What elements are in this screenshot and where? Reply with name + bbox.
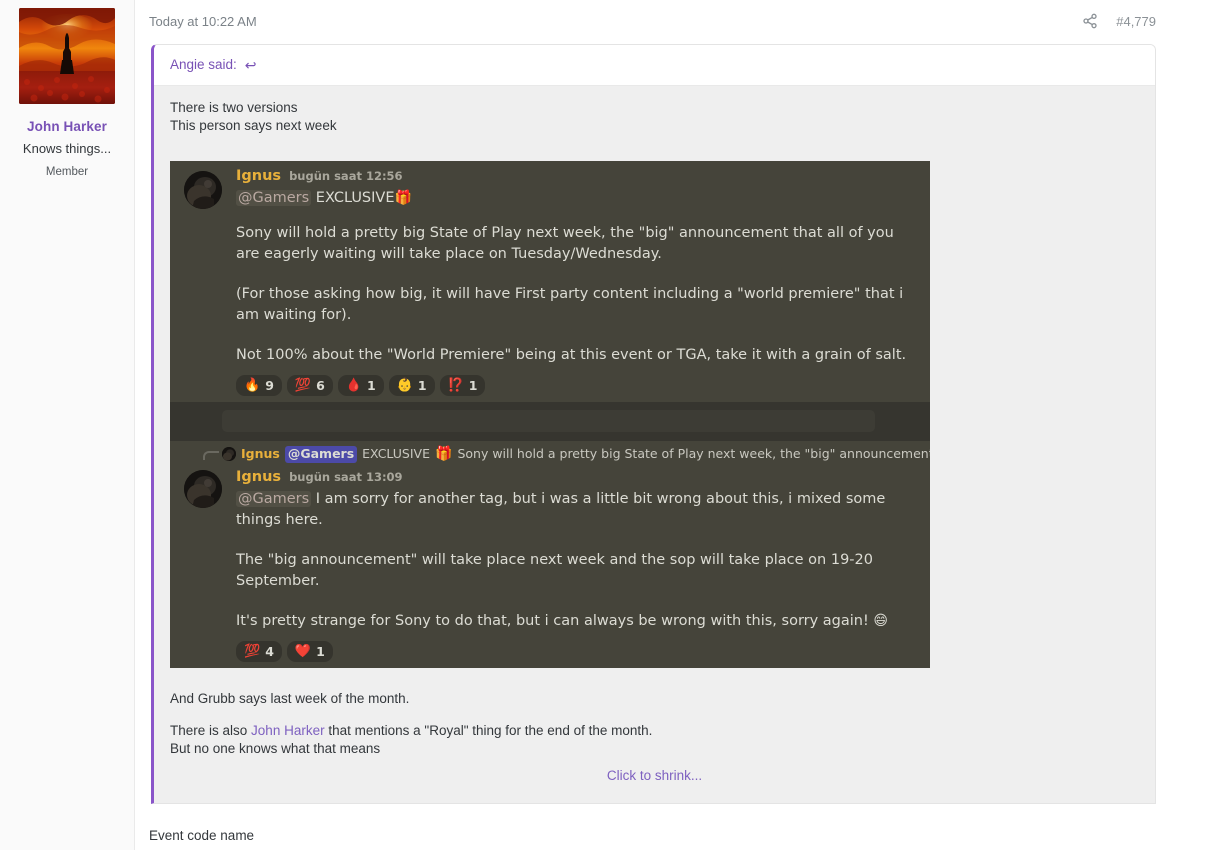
reply-headline: EXCLUSIVE [362, 446, 430, 463]
embed-post-body: @Gamers I am sorry for another tag, but … [236, 489, 916, 632]
reaction-chip[interactable]: 🔥 9 [236, 375, 282, 396]
goto-post-icon[interactable]: ↩ [245, 58, 257, 72]
quote-text-fragment: that mentions a "Royal" thing for the en… [325, 723, 653, 738]
reaction-count: 1 [316, 643, 325, 660]
reaction-chip[interactable]: 🩸 1 [338, 375, 384, 396]
embed-reaction-bar: 💯 4 ❤️ 1 [236, 641, 916, 662]
reaction-emoji: 🔥 [244, 377, 260, 394]
gift-icon: 🎁 [395, 190, 412, 206]
quote-content: There is two versions This person says n… [154, 86, 1155, 803]
embed-author-name: Ignus [236, 470, 281, 486]
reaction-chip[interactable]: ❤️ 1 [287, 641, 333, 662]
reaction-emoji: 💯 [244, 643, 260, 660]
embed-message-input[interactable] [222, 410, 875, 432]
embed-paragraph-text: It's pretty strange for Sony to do that,… [236, 613, 869, 629]
sidebar-user-title: Knows things... [23, 141, 111, 157]
embed-message-input-bar[interactable] [170, 402, 930, 441]
sidebar-username[interactable]: John Harker [27, 119, 107, 135]
post-number[interactable]: #4,779 [1116, 15, 1156, 28]
embed-post-meta: Ignus bugün saat 12:56 [236, 169, 916, 185]
post-header: Today at 10:22 AM #4,779 [149, 0, 1156, 42]
embed-paragraph: Not 100% about the "World Premiere" bein… [236, 345, 916, 366]
embed-mention[interactable]: @Gamers [236, 491, 311, 507]
quote-block: Angie said: ↩ There is two versions This… [151, 44, 1156, 804]
post-timestamp[interactable]: Today at 10:22 AM [149, 15, 257, 28]
embed-avatar [184, 171, 222, 209]
post-main-column: Today at 10:22 AM #4,779 Angie said: ↩ T… [135, 0, 1209, 850]
quote-text-fragment: There is also [170, 723, 251, 738]
reply-avatar [222, 447, 236, 461]
reply-mention: @Gamers [285, 446, 357, 463]
reaction-emoji: 💯 [295, 377, 311, 394]
click-to-shrink-button[interactable]: Click to shrink... [170, 758, 1139, 789]
post-body-text: Event code name [149, 804, 1156, 843]
embed-reaction-bar: 🔥 9 💯 6 🩸 1 [236, 375, 916, 396]
reaction-chip[interactable]: ⁉️ 1 [440, 375, 486, 396]
quote-text-line: There is also John Harker that mentions … [170, 722, 1139, 740]
gift-icon: 🎁 [435, 445, 452, 464]
embed-avatar [184, 470, 222, 508]
embed-post-meta: Ignus bugün saat 13:09 [236, 470, 916, 486]
embed-paragraph: @Gamers I am sorry for another tag, but … [236, 489, 916, 531]
reaction-count: 1 [469, 377, 478, 394]
reply-author-name: Ignus [241, 446, 280, 463]
reaction-count: 1 [367, 377, 376, 394]
embed-post-first: Ignus bugün saat 12:56 @Gamers EXCLUSIVE… [170, 161, 930, 402]
post-user-sidebar: John Harker Knows things... Member [0, 0, 135, 850]
reaction-count: 9 [265, 377, 274, 394]
embed-post-content: Ignus bugün saat 13:09 @Gamers I am sorr… [236, 470, 916, 662]
reaction-chip[interactable]: 👶 1 [389, 375, 435, 396]
reply-excerpt: Sony will hold a pretty big State of Pla… [457, 446, 930, 463]
reply-hook-icon [203, 451, 219, 460]
embedded-screenshot[interactable]: Ignus bugün saat 12:56 @Gamers EXCLUSIVE… [170, 161, 930, 668]
embed-timestamp: bugün saat 13:09 [289, 471, 403, 484]
reaction-emoji: ❤️ [295, 643, 311, 660]
dark-tower-avatar [19, 8, 115, 104]
share-icon[interactable] [1082, 13, 1098, 29]
reaction-count: 1 [418, 377, 427, 394]
reaction-emoji: 🩸 [346, 377, 362, 394]
embed-paragraph-text: I am sorry for another tag, but i was a … [236, 491, 885, 528]
post-header-actions: #4,779 [1082, 13, 1156, 29]
quote-text-line: This person says next week [170, 117, 1139, 135]
embed-timestamp: bugün saat 12:56 [289, 170, 403, 183]
reaction-emoji: 👶 [397, 377, 413, 394]
quote-text-line: There is two versions [170, 99, 1139, 117]
smile-emoji-icon: 😄 [873, 613, 888, 629]
reaction-chip[interactable]: 💯 4 [236, 641, 282, 662]
embed-paragraph: (For those asking how big, it will have … [236, 284, 916, 326]
quote-text-line: And Grubb says last week of the month. [170, 690, 1139, 708]
embed-author-name: Ignus [236, 169, 281, 185]
quote-attribution: Angie said: ↩ [154, 45, 1155, 86]
forum-post-page: John Harker Knows things... Member Today… [0, 0, 1209, 850]
embed-post-second: Ignus bugün saat 13:09 @Gamers I am sorr… [170, 466, 930, 668]
embed-paragraph: The "big announcement" will take place n… [236, 550, 916, 592]
reaction-emoji: ⁉️ [448, 377, 464, 394]
embed-reply-reference[interactable]: Ignus @Gamers EXCLUSIVE 🎁 Sony will hold… [170, 441, 930, 466]
reaction-chip[interactable]: 💯 6 [287, 375, 333, 396]
reaction-count: 6 [316, 377, 325, 394]
embed-headline-line: @Gamers EXCLUSIVE🎁 [236, 188, 916, 209]
quote-text-line: But no one knows what that means [170, 740, 1139, 758]
embed-paragraph: Sony will hold a pretty big State of Pla… [236, 223, 916, 265]
embed-mention[interactable]: @Gamers [236, 190, 311, 206]
user-mention-link[interactable]: John Harker [251, 723, 325, 738]
quote-author-label: Angie said: [170, 58, 237, 72]
avatar[interactable] [19, 8, 115, 104]
embed-headline: EXCLUSIVE [316, 190, 395, 206]
reaction-count: 4 [265, 643, 274, 660]
embed-paragraph: It's pretty strange for Sony to do that,… [236, 611, 916, 632]
sidebar-user-banner: Member [46, 166, 88, 180]
embed-post-body: @Gamers EXCLUSIVE🎁 Sony will hold a pret… [236, 188, 916, 366]
embed-post-content: Ignus bugün saat 12:56 @Gamers EXCLUSIVE… [236, 169, 916, 396]
